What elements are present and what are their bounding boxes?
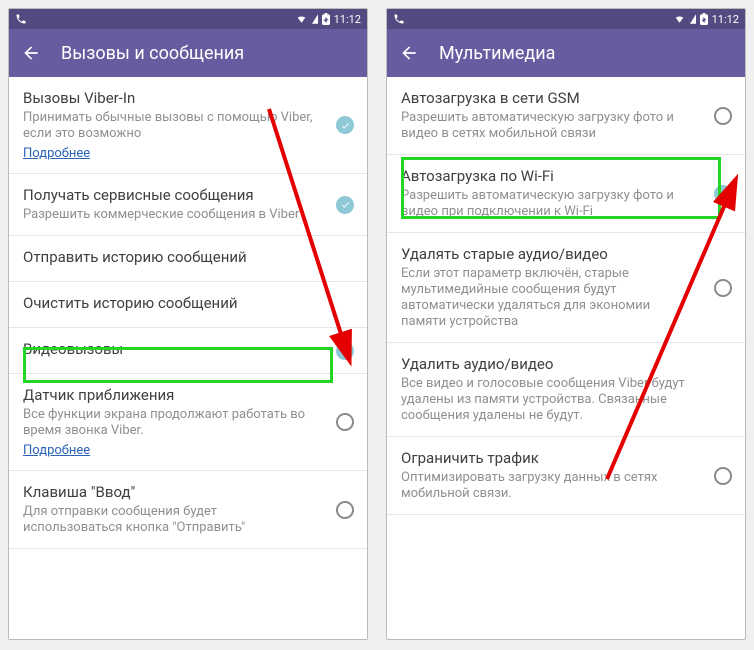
item-title: Автозагрузка по Wi-Fi — [401, 167, 691, 186]
settings-item[interactable]: Удалять старые аудио/видео Если этот пара… — [387, 233, 745, 343]
item-subtitle: Оптимизировать загрузку данных в сетях м… — [401, 470, 691, 502]
item-title: Удалить аудио/видео — [401, 355, 691, 374]
clock: 11:12 — [712, 13, 739, 26]
settings-item[interactable]: Получать сервисные сообщения Разрешить ко… — [9, 174, 367, 236]
appbar: Вызовы и сообщения — [9, 29, 367, 77]
item-title: Очистить историю сообщений — [23, 294, 313, 313]
wifi-icon — [673, 14, 686, 24]
item-title: Удалять старые аудио/видео — [401, 245, 691, 264]
screen-title: Вызовы и сообщения — [61, 43, 244, 64]
battery-icon — [700, 13, 708, 25]
item-subtitle: Разрешить автоматическую загрузку фото и… — [401, 110, 691, 142]
checkbox-on-icon[interactable] — [336, 196, 354, 214]
item-link[interactable]: Подробнее — [23, 443, 90, 458]
item-title: Видеовызовы — [23, 340, 313, 359]
radio-off-icon[interactable] — [714, 467, 732, 485]
checkbox-on-icon[interactable] — [336, 116, 354, 134]
settings-item[interactable]: Вызовы Viber-In Принимать обычные вызовы … — [9, 77, 367, 174]
item-subtitle: Разрешить коммерческие сообщения в Viber — [23, 207, 313, 223]
radio-off-icon[interactable] — [336, 501, 354, 519]
settings-list: Автозагрузка в сети GSM Разрешить автомат… — [387, 77, 745, 515]
phone-left: 11:12 Вызовы и сообщения Вызовы Viber-In… — [8, 8, 368, 640]
back-arrow-icon[interactable] — [21, 43, 41, 63]
statusbar: 11:12 — [9, 9, 367, 29]
settings-item[interactable]: Автозагрузка в сети GSM Разрешить автомат… — [387, 77, 745, 155]
settings-item[interactable]: Автозагрузка по Wi-Fi Разрешить автоматич… — [387, 155, 745, 233]
item-title: Клавиша "Ввод" — [23, 483, 313, 502]
settings-list: Вызовы Viber-In Принимать обычные вызовы … — [9, 77, 367, 549]
item-subtitle: Разрешить автоматическую загрузку фото и… — [401, 188, 691, 220]
clock: 11:12 — [334, 13, 361, 26]
checkbox-on-icon[interactable] — [336, 342, 354, 360]
signal-icon — [312, 14, 318, 24]
screen-title: Мультимедиа — [439, 43, 555, 64]
radio-off-icon[interactable] — [336, 413, 354, 431]
signal-icon — [690, 14, 696, 24]
settings-item[interactable]: Видеовызовы — [9, 328, 367, 374]
settings-item[interactable]: Очистить историю сообщений — [9, 282, 367, 328]
viber-icon — [15, 13, 27, 25]
checkbox-on-icon[interactable] — [714, 185, 732, 203]
item-title: Вызовы Viber-In — [23, 89, 313, 108]
item-subtitle: Все видео и голосовые сообщения Viber бу… — [401, 376, 691, 424]
item-title: Автозагрузка в сети GSM — [401, 89, 691, 108]
item-subtitle: Если этот параметр включён, старые мульт… — [401, 266, 691, 330]
viber-icon — [393, 13, 405, 25]
item-subtitle: Все функции экрана продолжают работать в… — [23, 407, 313, 439]
wifi-icon — [295, 14, 308, 24]
settings-item[interactable]: Отправить историю сообщений — [9, 236, 367, 282]
appbar: Мультимедиа — [387, 29, 745, 77]
statusbar: 11:12 — [387, 9, 745, 29]
settings-item[interactable]: Клавиша "Ввод" Для отправки сообщения буд… — [9, 471, 367, 549]
item-subtitle: Принимать обычные вызовы с помощью Viber… — [23, 110, 313, 142]
settings-item[interactable]: Датчик приближения Все функции экрана про… — [9, 374, 367, 471]
item-title: Датчик приближения — [23, 386, 313, 405]
phone-right: 11:12 Мультимедиа Автозагрузка в сети GS… — [386, 8, 746, 640]
item-title: Отправить историю сообщений — [23, 248, 313, 267]
back-arrow-icon[interactable] — [399, 43, 419, 63]
item-link[interactable]: Подробнее — [23, 146, 90, 161]
radio-off-icon[interactable] — [714, 107, 732, 125]
item-subtitle: Для отправки сообщения будет использоват… — [23, 504, 313, 536]
item-title: Получать сервисные сообщения — [23, 186, 313, 205]
radio-off-icon[interactable] — [714, 279, 732, 297]
item-title: Ограничить трафик — [401, 449, 691, 468]
battery-icon — [322, 13, 330, 25]
settings-item[interactable]: Ограничить трафик Оптимизировать загрузку… — [387, 437, 745, 515]
settings-item[interactable]: Удалить аудио/видео Все видео и голосовые… — [387, 343, 745, 437]
